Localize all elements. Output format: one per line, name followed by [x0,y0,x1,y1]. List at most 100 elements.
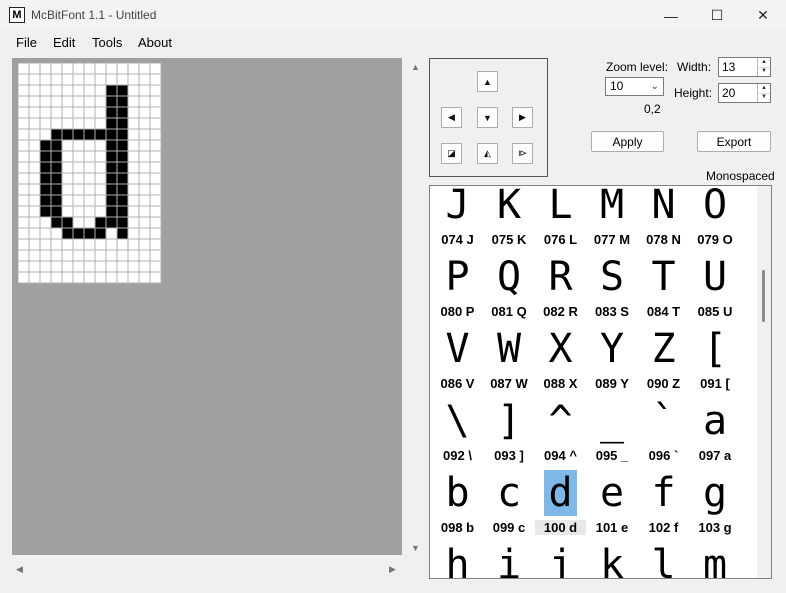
close-button[interactable]: ✕ [740,0,786,31]
pixel-cell[interactable] [83,172,96,185]
pixel-cell[interactable] [61,172,74,185]
pixel-cell[interactable] [50,117,63,130]
pixel-cell[interactable] [83,238,96,251]
pixel-cell[interactable] [39,117,52,130]
glyph-cell[interactable]: c 099 c [484,470,535,542]
pixel-cell[interactable] [18,271,30,284]
pixel-cell[interactable] [138,73,151,86]
pixel-cell[interactable] [116,106,129,119]
pixel-cell[interactable] [61,63,74,75]
pixel-cell[interactable] [83,139,96,152]
pixel-cell[interactable] [105,106,118,119]
pixel-cell[interactable] [127,205,140,218]
scroll-up-icon[interactable]: ▲ [411,62,420,72]
glyph-cell[interactable]: P 080 P [432,254,483,326]
glyph-cell[interactable]: L 076 L [535,186,586,254]
pixel-cell[interactable] [83,216,96,229]
pixel-cell[interactable] [72,150,85,163]
glyph-cell[interactable]: d 100 d [535,470,586,542]
pixel-cell[interactable] [72,95,85,108]
pixel-cell[interactable] [18,128,30,141]
pixel-cell[interactable] [72,249,85,262]
pixel-cell[interactable] [61,84,74,97]
pixel-cell[interactable] [28,73,41,86]
pixel-cell[interactable] [72,161,85,174]
pixel-cell[interactable] [138,216,151,229]
pixel-cell[interactable] [116,271,129,284]
pixel-cell[interactable] [28,227,41,240]
glyph-cell[interactable]: a 097 a [690,398,741,470]
spin-down-icon[interactable]: ▼ [757,67,770,76]
pixel-cell[interactable] [39,183,52,196]
pixel-cell[interactable] [50,205,63,218]
glyph-list[interactable]: J 074 J K 075 K L 076 L M 077 M N 078 N O 079 O P 080… [429,185,772,579]
pixel-cell[interactable] [39,271,52,284]
pixel-cell[interactable] [28,238,41,251]
pixel-grid[interactable] [18,63,162,284]
pixel-cell[interactable] [39,216,52,229]
pixel-cell[interactable] [127,194,140,207]
pixel-cell[interactable] [127,150,140,163]
pixel-cell[interactable] [72,260,85,273]
pixel-cell[interactable] [72,106,85,119]
pixel-cell[interactable] [127,63,140,75]
pixel-cell[interactable] [50,249,63,262]
pixel-cell[interactable] [83,205,96,218]
pixel-cell[interactable] [72,271,85,284]
glyph-cell[interactable]: U 085 U [690,254,741,326]
pixel-cell[interactable] [138,84,151,97]
glyph-cell[interactable]: m [690,542,741,578]
pixel-cell[interactable] [94,106,107,119]
pixel-cell[interactable] [61,139,74,152]
pixel-cell[interactable] [39,150,52,163]
pixel-cell[interactable] [83,106,96,119]
pixel-cell[interactable] [138,183,151,196]
pixel-cell[interactable] [105,260,118,273]
pixel-cell[interactable] [94,260,107,273]
pixel-cell[interactable] [83,117,96,130]
glyph-cell[interactable]: R 082 R [535,254,586,326]
pixel-cell[interactable] [61,128,74,141]
glyph-cell[interactable]: k [587,542,638,578]
pixel-cell[interactable] [18,194,30,207]
glyph-cell[interactable]: K 075 K [484,186,535,254]
pixel-cell[interactable] [50,139,63,152]
pixel-cell[interactable] [61,216,74,229]
glyph-cell[interactable]: j [535,542,586,578]
pixel-cell[interactable] [138,128,151,141]
pixel-cell[interactable] [105,84,118,97]
pixel-cell[interactable] [28,63,41,75]
pixel-cell[interactable] [50,63,63,75]
scroll-left-icon[interactable]: ◀ [16,564,23,575]
pixel-cell[interactable] [149,73,162,86]
pixel-cell[interactable] [127,227,140,240]
pixel-cell[interactable] [94,216,107,229]
pixel-cell[interactable] [105,216,118,229]
flip-horizontal-button[interactable]: ⧐ [512,143,533,164]
pixel-cell[interactable] [83,84,96,97]
pixel-cell[interactable] [116,216,129,229]
pixel-cell[interactable] [127,238,140,251]
pixel-cell[interactable] [149,260,162,273]
pixel-cell[interactable] [138,238,151,251]
glyph-cell[interactable]: ` 096 ` [638,398,689,470]
pixel-cell[interactable] [127,249,140,262]
pixel-cell[interactable] [149,84,162,97]
pixel-cell[interactable] [127,95,140,108]
pixel-cell[interactable] [138,106,151,119]
pixel-cell[interactable] [116,117,129,130]
pixel-cell[interactable] [127,271,140,284]
pixel-cell[interactable] [116,150,129,163]
pixel-cell[interactable] [116,161,129,174]
pixel-cell[interactable] [72,183,85,196]
glyph-cell[interactable]: T 084 T [638,254,689,326]
pixel-cell[interactable] [116,260,129,273]
pixel-cell[interactable] [127,106,140,119]
pixel-cell[interactable] [72,194,85,207]
scroll-right-icon[interactable]: ▶ [389,564,396,575]
pixel-cell[interactable] [72,63,85,75]
pixel-cell[interactable] [149,183,162,196]
shift-down-button[interactable]: ▼ [477,107,498,128]
pixel-cell[interactable] [94,150,107,163]
pixel-cell[interactable] [18,73,30,86]
